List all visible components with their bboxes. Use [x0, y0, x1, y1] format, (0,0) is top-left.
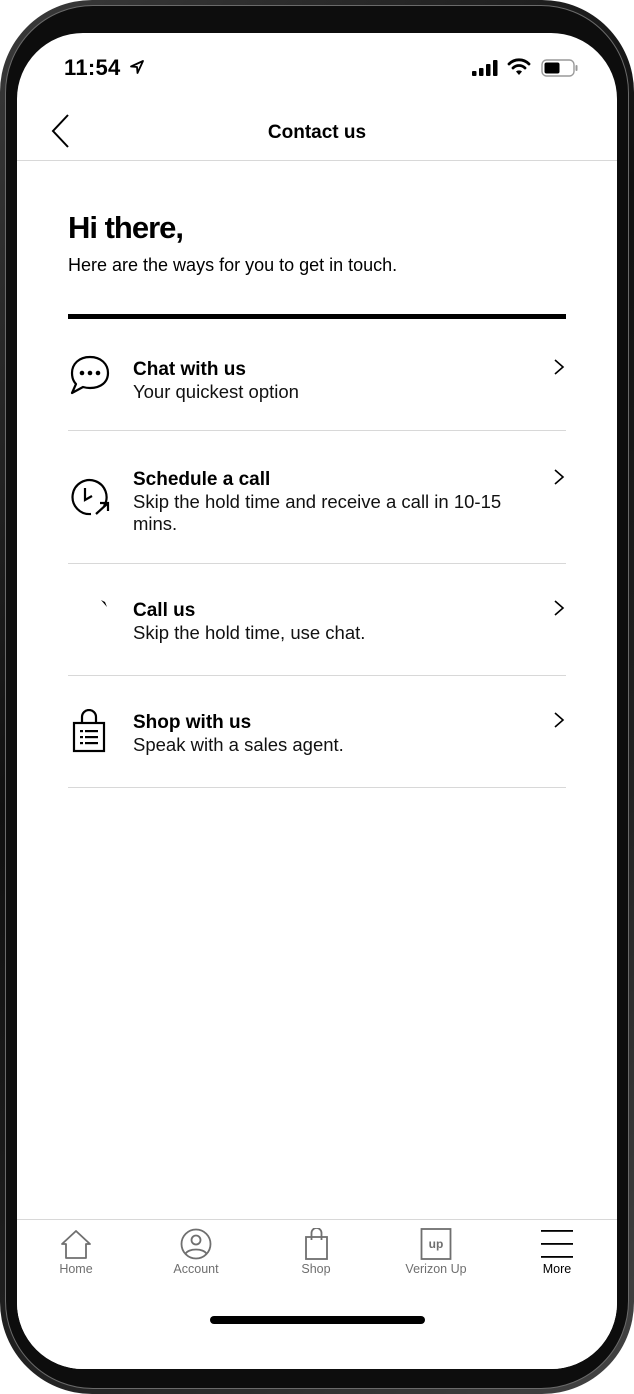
page-title: Contact us — [267, 122, 367, 143]
account-icon — [180, 1228, 212, 1260]
contact-option-description: Skip the hold time, use chat. — [133, 622, 366, 643]
chevron-right-icon — [554, 600, 565, 616]
chevron-right-icon — [554, 712, 565, 728]
contact-option-schedule-call[interactable]: Schedule a call Skip the hold time and r… — [68, 431, 566, 564]
chat-bubble-icon — [70, 355, 110, 395]
battery-icon — [541, 59, 578, 77]
tab-label: Account — [173, 1262, 219, 1276]
chevron-right-icon — [554, 469, 565, 485]
tab-label: Home — [59, 1262, 93, 1276]
contact-option-call-us[interactable]: Call us Skip the hold time, use chat. — [68, 564, 566, 676]
tab-shop[interactable]: Shop — [266, 1228, 366, 1288]
tab-more[interactable]: More — [507, 1228, 607, 1288]
tab-verizon-up[interactable]: up Verizon Up — [386, 1228, 486, 1288]
wifi-icon — [507, 58, 531, 75]
contact-option-title: Chat with us — [133, 359, 246, 380]
clock-callback-icon — [71, 478, 110, 516]
tab-account[interactable]: Account — [146, 1228, 246, 1288]
home-icon — [61, 1230, 91, 1259]
contact-option-title: Call us — [133, 600, 196, 621]
screen: 11:54 Contact us Hi there, Here are the … — [17, 33, 617, 1369]
location-arrow-icon — [130, 60, 144, 74]
contact-options-list: Chat with us Your quickest option Schedu… — [68, 319, 566, 788]
tab-label: More — [542, 1262, 572, 1276]
cellular-signal-icon — [472, 60, 498, 76]
contact-option-shop[interactable]: Shop with us Speak with a sales agent. — [68, 676, 566, 788]
home-indicator[interactable] — [210, 1316, 425, 1324]
tab-home[interactable]: Home — [26, 1228, 126, 1288]
verizon-up-icon-text: up — [429, 1237, 444, 1251]
greeting-subtitle: Here are the ways for you to get in touc… — [68, 255, 398, 275]
contact-option-chat[interactable]: Chat with us Your quickest option — [68, 319, 566, 431]
shopping-bag-icon — [305, 1228, 328, 1260]
phone-icon — [101, 600, 107, 607]
contact-option-description: Your quickest option — [133, 381, 299, 402]
contact-option-description: Speak with a sales agent. — [133, 734, 344, 755]
bottom-tab-bar: Home Account Shop up Verizon Up More — [17, 1219, 617, 1369]
menu-icon — [541, 1230, 573, 1258]
chevron-right-icon — [554, 359, 565, 375]
status-bar: 11:54 — [17, 33, 617, 103]
nav-header: Contact us — [17, 103, 617, 161]
verizon-up-icon: up — [420, 1228, 452, 1260]
tab-label: Verizon Up — [405, 1262, 467, 1276]
shopping-bag-list-icon — [72, 709, 106, 753]
status-time: 11:54 — [64, 55, 121, 80]
contact-option-title: Schedule a call — [133, 469, 271, 490]
tab-label: Shop — [301, 1262, 331, 1276]
contact-option-description: Skip the hold time and receive a call in… — [133, 491, 502, 534]
greeting-heading: Hi there, — [68, 210, 184, 245]
contact-option-title: Shop with us — [133, 712, 252, 733]
